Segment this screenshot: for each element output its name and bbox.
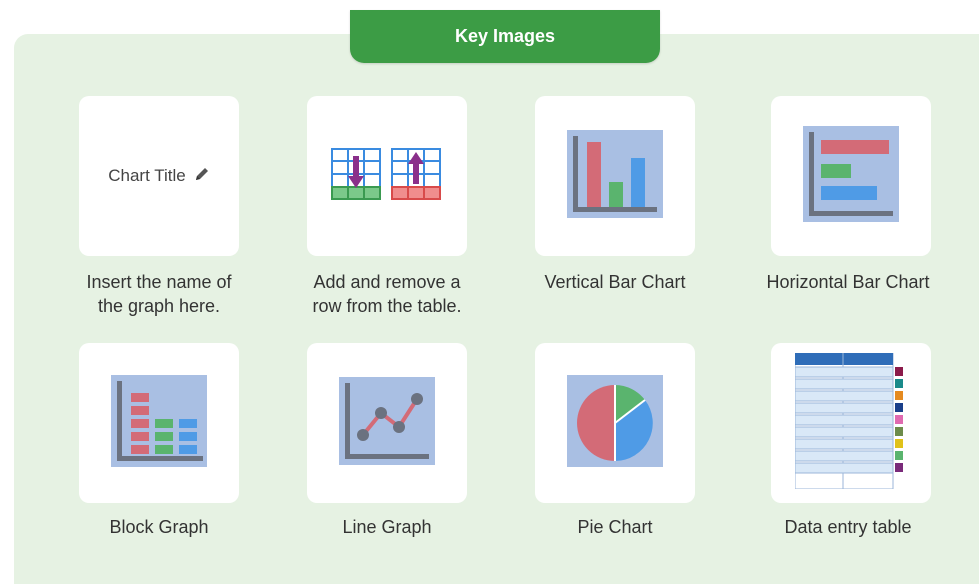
line-graph-card [307, 343, 467, 503]
caption-line: Add and remove a [313, 272, 461, 292]
vertical-bar-chart-icon [567, 129, 663, 223]
chart-title-card: Chart Title [79, 96, 239, 256]
add-remove-row-card [307, 96, 467, 256]
caption-line: Insert the name of [86, 272, 232, 292]
data-entry-table-card [771, 343, 931, 503]
caption-line: Vertical Bar Chart [544, 272, 686, 292]
pie-chart-caption: Pie Chart [505, 515, 725, 539]
caption-line: row from the table. [312, 296, 462, 316]
caption-line: the graph here. [97, 296, 221, 316]
pie-chart-icon [567, 374, 663, 472]
block-graph-icon [111, 374, 207, 472]
caption-line: Block Graph [109, 517, 209, 537]
horizontal-bar-chart-icon [803, 125, 899, 227]
caption-line: Horizontal Bar Chart [766, 272, 930, 292]
vertical-bar-chart-card [535, 96, 695, 256]
caption-line: Pie Chart [577, 517, 653, 537]
pie-chart-card [535, 343, 695, 503]
add-remove-row-caption: Add and remove a row from the table. [277, 270, 497, 318]
chart-title-text: Chart Title [108, 166, 186, 185]
block-graph-caption: Block Graph [49, 515, 269, 539]
add-remove-row-icon [331, 147, 443, 205]
block-graph-card [79, 343, 239, 503]
line-graph-icon [339, 376, 435, 470]
line-graph-caption: Line Graph [277, 515, 497, 539]
pencil-icon [194, 166, 210, 187]
key-images-header: Key Images [350, 10, 660, 63]
header-title: Key Images [454, 26, 556, 46]
caption-line: Data entry table [784, 517, 912, 537]
vertical-bar-chart-caption: Vertical Bar Chart [505, 270, 725, 294]
chart-title-caption: Insert the name of the graph here. [49, 270, 269, 318]
data-entry-table-caption: Data entry table [738, 515, 958, 539]
caption-line: Line Graph [342, 517, 432, 537]
horizontal-bar-chart-card [771, 96, 931, 256]
horizontal-bar-chart-caption: Horizontal Bar Chart [738, 270, 958, 294]
data-entry-table-icon [794, 352, 907, 494]
chart-title-preview: Chart Title [108, 166, 209, 187]
